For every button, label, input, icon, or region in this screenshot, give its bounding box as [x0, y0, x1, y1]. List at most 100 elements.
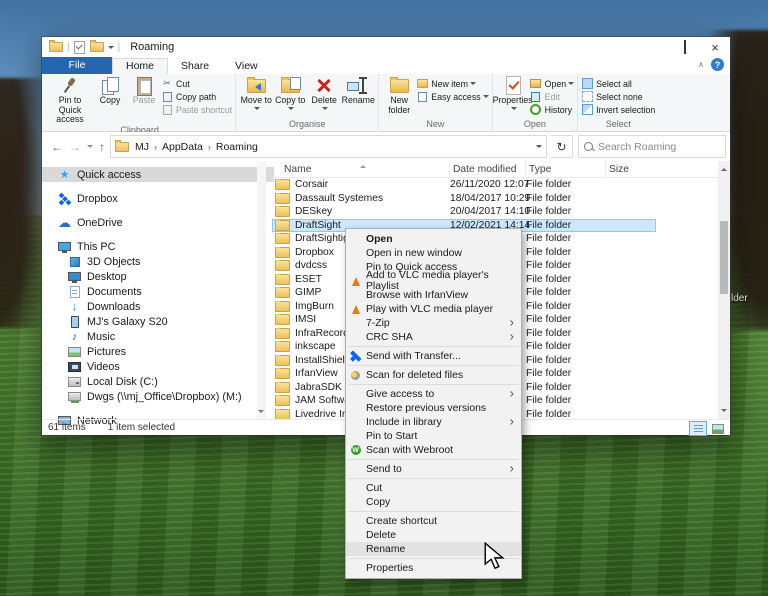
- menu-item-open-in-new-window[interactable]: Open in new window: [346, 246, 521, 260]
- delete-button[interactable]: Delete: [307, 74, 341, 112]
- menu-item-include-in-library[interactable]: Include in library: [346, 415, 521, 429]
- sidebar-item-local-disk-c[interactable]: Local Disk (C:): [42, 374, 272, 389]
- tab-share[interactable]: Share: [168, 58, 222, 74]
- breadcrumb-item[interactable]: AppData: [162, 141, 203, 153]
- properties-button[interactable]: Properties: [496, 74, 530, 112]
- menu-item-create-shortcut[interactable]: Create shortcut: [346, 514, 521, 528]
- menu-item-browse-with-irfanview[interactable]: Browse with IrfanView: [346, 288, 521, 302]
- details-view-button[interactable]: [689, 421, 707, 436]
- breadcrumb-item[interactable]: Roaming: [216, 141, 258, 153]
- menu-item-copy[interactable]: Copy: [346, 495, 521, 509]
- menu-item-scan-with-webroot[interactable]: Scan with Webroot: [346, 443, 521, 457]
- sidebar-item-pictures[interactable]: Pictures: [42, 344, 272, 359]
- file-list-scrollbar[interactable]: [718, 161, 730, 419]
- address-dropdown-icon[interactable]: [536, 145, 542, 151]
- sidebar-scrollbar[interactable]: [257, 161, 266, 419]
- scroll-down-icon[interactable]: [721, 409, 727, 415]
- move-to-button[interactable]: Move to: [239, 74, 273, 112]
- cut-button[interactable]: Cut: [161, 77, 232, 90]
- tab-view[interactable]: View: [222, 58, 271, 74]
- menu-item-give-access-to[interactable]: Give access to: [346, 387, 521, 401]
- history-chevron-icon[interactable]: [87, 145, 93, 151]
- collapse-ribbon-icon[interactable]: ∧: [698, 60, 704, 69]
- menu-item-cut[interactable]: Cut: [346, 481, 521, 495]
- sidebar-item-quick-access[interactable]: Quick access: [42, 167, 274, 182]
- menu-item-add-to-vlc-playlist[interactable]: Add to VLC media player's Playlist: [346, 274, 521, 288]
- edit-button[interactable]: Edit: [530, 90, 575, 103]
- column-header-name[interactable]: Name: [272, 161, 450, 177]
- open-button[interactable]: Open: [530, 77, 575, 90]
- sidebar-item-3d-objects[interactable]: 3D Objects: [42, 254, 272, 269]
- file-row[interactable]: DESkey20/04/2017 14:10File folder: [272, 205, 656, 219]
- menu-item-restore-previous-versions[interactable]: Restore previous versions: [346, 401, 521, 415]
- address-box[interactable]: MJ › AppData › Roaming: [110, 135, 547, 158]
- large-icons-view-button[interactable]: [709, 421, 727, 436]
- sidebar-item-desktop[interactable]: Desktop: [42, 269, 272, 284]
- column-header-size[interactable]: Size: [606, 161, 658, 177]
- column-header-type[interactable]: Type: [526, 161, 606, 177]
- paste-button[interactable]: Paste: [127, 74, 161, 106]
- minimize-button[interactable]: [640, 37, 670, 57]
- menu-item-7zip[interactable]: 7-Zip: [346, 316, 521, 330]
- help-icon[interactable]: [711, 58, 724, 71]
- copy-button[interactable]: Copy: [93, 74, 127, 106]
- button-label: Invert selection: [596, 105, 655, 115]
- history-button[interactable]: History: [530, 103, 575, 116]
- sidebar-item-music[interactable]: Music: [42, 329, 272, 344]
- easy-access-button[interactable]: Easy access: [416, 90, 488, 103]
- sidebar-item-this-pc[interactable]: This PC: [42, 239, 272, 254]
- new-item-button[interactable]: New item: [416, 77, 488, 90]
- select-none-button[interactable]: Select none: [581, 90, 655, 103]
- paste-shortcut-button[interactable]: Paste shortcut: [161, 103, 232, 116]
- breadcrumb-item[interactable]: MJ: [135, 141, 149, 153]
- menu-item-send-to[interactable]: Send to: [346, 462, 521, 476]
- qat-properties-icon[interactable]: [74, 41, 85, 54]
- refresh-button[interactable]: ↻: [551, 135, 573, 158]
- search-box[interactable]: Search Roaming: [578, 135, 726, 158]
- scroll-down-icon[interactable]: [258, 410, 264, 416]
- pin-to-quick-access-button[interactable]: Pin to Quick access: [47, 74, 93, 125]
- maximize-button[interactable]: [670, 37, 700, 57]
- menu-item-open[interactable]: Open: [346, 232, 521, 246]
- vlc-cone-icon: [349, 275, 362, 287]
- breadcrumb-separator-icon: ›: [154, 142, 157, 152]
- invert-selection-button[interactable]: Invert selection: [581, 103, 655, 116]
- qat-customize-chevron-icon[interactable]: [108, 46, 114, 52]
- menu-item-pin-to-start[interactable]: Pin to Start: [346, 429, 521, 443]
- title-bar[interactable]: | | Roaming ×: [42, 37, 730, 57]
- back-icon[interactable]: ←: [51, 140, 63, 154]
- close-button[interactable]: ×: [700, 37, 730, 57]
- up-icon[interactable]: ↑: [99, 140, 105, 154]
- scrollbar-thumb[interactable]: [720, 221, 728, 294]
- menu-item-delete[interactable]: Delete: [346, 528, 521, 542]
- sidebar-item-downloads[interactable]: Downloads: [42, 299, 272, 314]
- select-all-button[interactable]: Select all: [581, 77, 655, 90]
- tab-home[interactable]: Home: [112, 58, 168, 74]
- group-label-select: Select: [581, 119, 655, 131]
- sidebar-label: Quick access: [77, 169, 141, 181]
- qat-newfolder-icon[interactable]: [90, 42, 104, 52]
- sidebar-item-onedrive[interactable]: OneDrive: [42, 215, 272, 230]
- forward-icon[interactable]: →: [69, 140, 81, 154]
- menu-item-send-with-transfer[interactable]: Send with Transfer...: [346, 349, 521, 363]
- sidebar-item-galaxy-s20[interactable]: MJ's Galaxy S20: [42, 314, 272, 329]
- button-label: Paste: [133, 96, 156, 106]
- file-row[interactable]: Corsair26/11/2020 12:07File folder: [272, 178, 656, 192]
- column-header-date-modified[interactable]: Date modified: [450, 161, 526, 177]
- sidebar-item-videos[interactable]: Videos: [42, 359, 272, 374]
- sidebar-item-documents[interactable]: Documents: [42, 284, 272, 299]
- folder-icon: [275, 368, 290, 379]
- menu-item-crc-sha[interactable]: CRC SHA: [346, 330, 521, 344]
- copy-path-button[interactable]: Copy path: [161, 90, 232, 103]
- sidebar-item-dropbox[interactable]: Dropbox: [42, 191, 272, 206]
- menu-item-scan-for-deleted-files[interactable]: Scan for deleted files: [346, 368, 521, 382]
- sidebar-item-dwgs-drive[interactable]: Dwgs (\\mj_Office\Dropbox) (M:): [42, 389, 272, 404]
- copy-to-button[interactable]: Copy to: [273, 74, 307, 112]
- rename-button[interactable]: Rename: [341, 74, 375, 106]
- file-row[interactable]: Dassault Systemes18/04/2017 10:29File fo…: [272, 192, 656, 206]
- phone-icon: [68, 316, 81, 328]
- menu-item-play-with-vlc[interactable]: Play with VLC media player: [346, 302, 521, 316]
- scroll-up-icon[interactable]: [721, 165, 727, 171]
- new-folder-button[interactable]: New folder: [382, 74, 416, 115]
- tab-file[interactable]: File: [42, 57, 112, 74]
